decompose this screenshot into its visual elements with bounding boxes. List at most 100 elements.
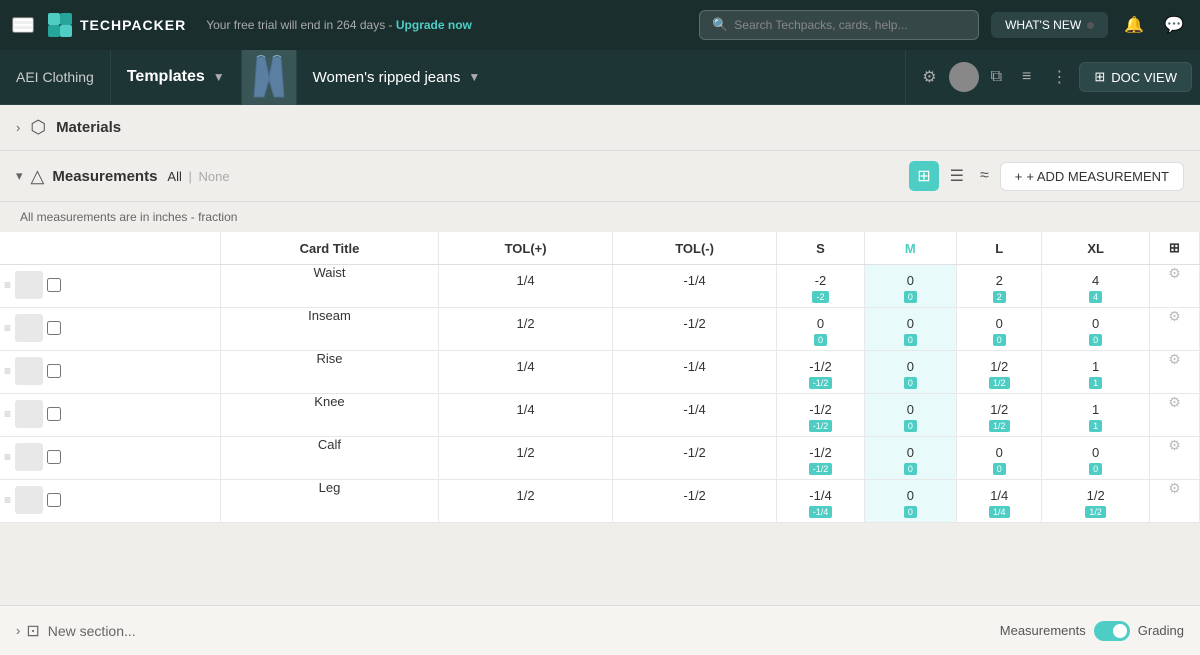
row-settings-icon[interactable]: ⚙: [1160, 257, 1189, 289]
search-bar[interactable]: 🔍 Search Techpacks, cards, help...: [699, 10, 979, 40]
row-settings-icon[interactable]: ⚙: [1160, 386, 1189, 418]
copy-button[interactable]: ⧉: [983, 62, 1010, 92]
row-thumbnail: [15, 271, 43, 299]
row-checkbox[interactable]: [47, 364, 61, 378]
tol-minus-value: -1/2: [617, 316, 773, 331]
measurements-toggle-button[interactable]: ▾: [16, 168, 23, 184]
drag-handle-icon[interactable]: ≡: [4, 278, 11, 292]
logo: TECHPACKER: [46, 11, 186, 39]
row-controls: ≡: [0, 351, 220, 391]
filter-all-link[interactable]: All: [167, 169, 181, 184]
l-value: 2: [961, 273, 1037, 288]
templates-chevron-icon: ▼: [213, 70, 225, 84]
whats-new-button[interactable]: WHAT'S NEW: [991, 12, 1108, 38]
avatar-button[interactable]: [949, 62, 979, 92]
row-name-cell: Inseam: [220, 308, 439, 351]
measurement-name: Inseam: [308, 308, 351, 323]
section-icon: ⊡: [26, 621, 39, 641]
product-name-tab[interactable]: Women's ripped jeans ▼: [297, 50, 907, 104]
row-thumbnail: [15, 314, 43, 342]
tol-plus-value: 1/4: [443, 273, 607, 288]
l-tag: 1/2: [989, 420, 1010, 432]
s-value: -1/2: [781, 359, 859, 374]
l-value: 0: [961, 445, 1037, 460]
tol-plus-cell: 1/2: [439, 480, 612, 523]
grid-icon: ⊞: [1169, 240, 1180, 255]
row-checkbox[interactable]: [47, 493, 61, 507]
row-controls-cell: ≡: [0, 394, 220, 437]
row-settings-icon[interactable]: ⚙: [1160, 343, 1189, 375]
m-value: 0: [869, 445, 953, 460]
header-l: L: [957, 232, 1042, 265]
product-chevron-icon: ▼: [468, 70, 480, 84]
row-controls: ≡: [0, 265, 220, 305]
measurements-icon: △: [31, 166, 45, 187]
new-section-label: New section...: [48, 623, 136, 639]
row-checkbox[interactable]: [47, 450, 61, 464]
brand-tab[interactable]: AEI Clothing: [0, 50, 111, 104]
xl-tag: 4: [1089, 291, 1102, 303]
xl-value: 4: [1046, 273, 1145, 288]
measurements-section-header: ▾ △ Measurements All | None ⊞ ☰ ≈ + + AD…: [0, 151, 1200, 202]
m-tag: 0: [904, 377, 917, 389]
list-view-button[interactable]: ☰: [945, 161, 969, 191]
settings-icon-button[interactable]: ⚙: [914, 61, 944, 93]
tol-minus-cell: -1/2: [612, 437, 777, 480]
templates-label: Templates: [127, 68, 205, 86]
l-tag: 0: [993, 463, 1006, 475]
row-controls: ≡: [0, 308, 220, 348]
tol-plus-cell: 1/2: [439, 437, 612, 480]
tol-plus-value: 1/4: [443, 359, 607, 374]
templates-tab[interactable]: Templates ▼: [111, 50, 242, 104]
doc-view-button[interactable]: ⊞ DOC VIEW: [1079, 62, 1192, 92]
filter-none-label[interactable]: None: [199, 169, 230, 184]
m-value: 0: [869, 402, 953, 417]
s-tag: 0: [814, 334, 827, 346]
header-controls-col: [0, 232, 220, 265]
row-settings-icon[interactable]: ⚙: [1160, 300, 1189, 332]
drag-handle-icon[interactable]: ≡: [4, 450, 11, 464]
sort-button[interactable]: ≈: [975, 162, 994, 190]
brand-label: AEI Clothing: [16, 69, 94, 85]
notifications-button[interactable]: 🔔: [1120, 11, 1148, 39]
grid-view-button[interactable]: ⊞: [909, 161, 938, 191]
measurements-info-bar: All measurements are in inches - fractio…: [0, 202, 1200, 232]
row-checkbox[interactable]: [47, 278, 61, 292]
drag-handle-icon[interactable]: ≡: [4, 364, 11, 378]
row-settings-icon[interactable]: ⚙: [1160, 429, 1189, 461]
second-nav-actions: ⚙ ⧉ ≡ ⋮ ⊞ DOC VIEW: [906, 61, 1200, 93]
new-section-toggle[interactable]: ›: [16, 623, 20, 638]
table-row: ≡ Inseam1/2-1/200000000⚙: [0, 308, 1200, 351]
drag-handle-icon[interactable]: ≡: [4, 407, 11, 421]
materials-toggle-button[interactable]: ›: [16, 120, 20, 135]
row-checkbox[interactable]: [47, 407, 61, 421]
tol-plus-cell: 1/4: [439, 265, 612, 308]
measurement-name: Rise: [316, 351, 342, 366]
add-measurement-button[interactable]: + + ADD MEASUREMENT: [1000, 162, 1184, 191]
tol-plus-value: 1/2: [443, 445, 607, 460]
row-controls-cell: ≡: [0, 437, 220, 480]
grading-toggle-switch[interactable]: [1094, 621, 1130, 641]
grading-toggle-label: Grading: [1138, 623, 1184, 638]
measurements-table: Card Title TOL(+) TOL(-) S M L XL ⊞ ≡ Wa…: [0, 232, 1200, 523]
filter-button[interactable]: ≡: [1014, 62, 1039, 92]
row-settings-icon[interactable]: ⚙: [1160, 472, 1189, 504]
measurement-name: Waist: [313, 265, 345, 280]
row-checkbox[interactable]: [47, 321, 61, 335]
table-row: ≡ Knee1/4-1/4-1/2-1/2001/21/211⚙: [0, 394, 1200, 437]
drag-handle-icon[interactable]: ≡: [4, 321, 11, 335]
tol-minus-cell: -1/2: [612, 480, 777, 523]
row-thumbnail: [15, 400, 43, 428]
more-options-button[interactable]: ⋮: [1043, 61, 1075, 93]
s-cell: -1/2-1/2: [777, 394, 864, 437]
search-placeholder: Search Techpacks, cards, help...: [734, 18, 907, 32]
xl-tag: 0: [1089, 463, 1102, 475]
header-m: M: [864, 232, 957, 265]
m-tag: 0: [904, 463, 917, 475]
new-section-button[interactable]: ⊡ New section...: [26, 621, 135, 641]
menu-button[interactable]: [12, 17, 34, 33]
upgrade-link[interactable]: Upgrade now: [396, 18, 472, 32]
chat-button[interactable]: 💬: [1160, 11, 1188, 39]
xl-value: 1/2: [1046, 488, 1145, 503]
drag-handle-icon[interactable]: ≡: [4, 493, 11, 507]
